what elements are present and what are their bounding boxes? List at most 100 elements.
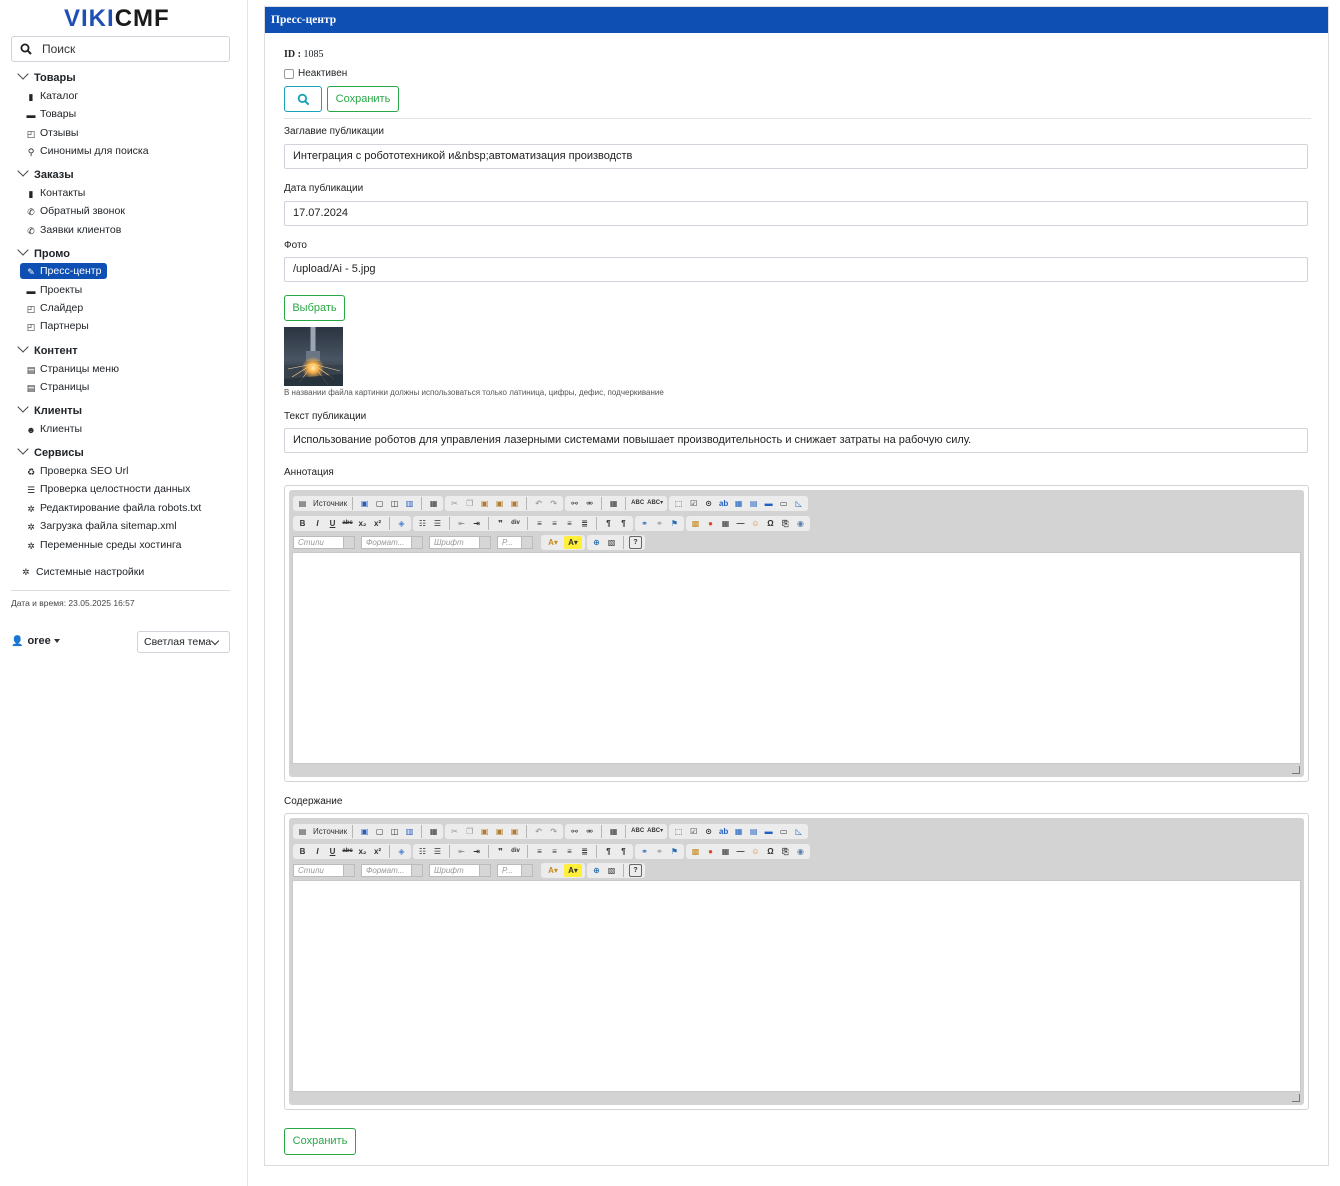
size-select[interactable]: Р... (497, 535, 533, 549)
justify-icon[interactable]: ≣ (578, 845, 591, 858)
sidebar-item-products[interactable]: ▬ Товары (26, 107, 77, 121)
sidebar-item-contacts[interactable]: ▮ Контакты (26, 186, 86, 200)
redo-icon[interactable]: ↷ (547, 497, 560, 510)
image-button-icon[interactable]: ▭ (777, 825, 790, 838)
indent-icon[interactable]: ⇥ (470, 845, 483, 858)
replace-icon[interactable]: ⚮ (583, 497, 596, 510)
font-select[interactable]: Шрифт (429, 535, 491, 549)
horizontal-rule-icon[interactable]: — (734, 845, 747, 858)
show-blocks-icon[interactable]: ▧ (605, 536, 618, 549)
align-right-icon[interactable]: ≡ (563, 517, 576, 530)
div-icon[interactable]: div (509, 517, 522, 530)
help-icon[interactable]: ? (629, 535, 642, 549)
sidebar-item-sitemap[interactable]: ✲ Загрузка файла sitemap.xml (26, 519, 176, 533)
paste-icon[interactable]: ▣ (478, 497, 491, 510)
bg-color-icon[interactable]: A▾ (564, 863, 582, 877)
copy-icon[interactable]: ❐ (463, 497, 476, 510)
templates-icon[interactable]: ▦ (427, 497, 440, 510)
spellcheck-menu-icon[interactable]: ABC▾ (646, 497, 664, 510)
iframe-icon[interactable]: ◉ (794, 517, 807, 530)
new-page-icon[interactable]: ▢ (373, 497, 386, 510)
date-input[interactable]: 17.07.2024 (284, 201, 1308, 226)
nav-group-services[interactable]: Сервисы (17, 443, 84, 460)
button-field-icon[interactable]: ▬ (762, 497, 775, 510)
source-icon[interactable]: ▤ (296, 497, 309, 510)
sidebar-item-catalog[interactable]: ▮ Каталог (26, 89, 79, 103)
spellcheck-icon[interactable]: ABC (631, 825, 644, 838)
paste-text-icon[interactable]: ▣ (493, 497, 506, 510)
flash-icon[interactable]: ● (704, 517, 717, 530)
save-button-bottom[interactable]: Сохранить (284, 1128, 356, 1155)
replace-icon[interactable]: ⚮ (583, 825, 596, 838)
unlink-icon[interactable]: ⚭ (653, 845, 666, 858)
align-left-icon[interactable]: ≡ (533, 517, 546, 530)
redo-icon[interactable]: ↷ (547, 825, 560, 838)
page-break-icon[interactable]: ⎘ (779, 845, 792, 858)
hidden-field-icon[interactable]: ◺ (792, 497, 805, 510)
special-char-icon[interactable]: Ω (764, 517, 777, 530)
photo-thumbnail[interactable] (284, 327, 343, 386)
bg-color-icon[interactable]: A▾ (564, 535, 582, 549)
sidebar-item-callback[interactable]: ✆ Обратный звонок (26, 204, 125, 218)
inactive-checkbox[interactable] (284, 69, 294, 79)
sidebar-item-reviews[interactable]: ◰ Отзывы (26, 126, 79, 140)
nav-group-content[interactable]: Контент (17, 341, 78, 358)
paste-word-icon[interactable]: ▣ (508, 497, 521, 510)
sidebar-item-menu-pages[interactable]: ▤ Страницы меню (26, 362, 119, 376)
show-blocks-icon[interactable]: ▧ (605, 864, 618, 877)
text-input[interactable]: Использование роботов для управления лаз… (284, 428, 1308, 453)
save-button-top[interactable]: Сохранить (327, 86, 399, 112)
horizontal-rule-icon[interactable]: — (734, 517, 747, 530)
justify-icon[interactable]: ≣ (578, 517, 591, 530)
resize-handle-icon[interactable] (1292, 1094, 1300, 1102)
flash-icon[interactable]: ● (704, 845, 717, 858)
nav-group-products[interactable]: Товары (17, 68, 76, 85)
smiley-icon[interactable]: ☺ (749, 517, 762, 530)
find-icon[interactable]: ⚯ (568, 497, 581, 510)
checkbox-icon[interactable]: ☑ (687, 825, 700, 838)
link-icon[interactable]: ⚭ (638, 517, 651, 530)
nav-group-clients[interactable]: Клиенты (17, 401, 82, 418)
superscript-icon[interactable]: x² (371, 845, 384, 858)
button-field-icon[interactable]: ▬ (762, 825, 775, 838)
remove-format-icon[interactable]: ◈ (395, 845, 408, 858)
align-center-icon[interactable]: ≡ (548, 517, 561, 530)
anchor-icon[interactable]: ⚑ (668, 517, 681, 530)
maximize-icon[interactable]: ⊕ (590, 864, 603, 877)
outdent-icon[interactable]: ⇤ (455, 517, 468, 530)
numbered-list-icon[interactable]: ☷ (416, 517, 429, 530)
italic-icon[interactable]: I (311, 845, 324, 858)
search-input[interactable] (42, 40, 222, 58)
help-icon[interactable]: ? (629, 863, 642, 877)
form-icon[interactable]: ⬚ (672, 825, 685, 838)
unlink-icon[interactable]: ⚭ (653, 517, 666, 530)
new-page-icon[interactable]: ▢ (373, 825, 386, 838)
photo-input[interactable]: /upload/Ai - 5.jpg (284, 257, 1308, 282)
sidebar-item-system-settings[interactable]: ✲ Системные настройки (22, 565, 144, 579)
radio-icon[interactable]: ⊙ (702, 497, 715, 510)
textfield-icon[interactable]: ab (717, 497, 730, 510)
align-left-icon[interactable]: ≡ (533, 845, 546, 858)
subscript-icon[interactable]: x₂ (356, 517, 369, 530)
paste-word-icon[interactable]: ▣ (508, 825, 521, 838)
theme-select[interactable]: Светлая тема (137, 631, 230, 653)
rtl-icon[interactable]: ¶ (617, 517, 630, 530)
cut-icon[interactable]: ✂ (448, 825, 461, 838)
blockquote-icon[interactable]: ❞ (494, 517, 507, 530)
copy-icon[interactable]: ❐ (463, 825, 476, 838)
sidebar-item-client-requests[interactable]: ✆ Заявки клиентов (26, 223, 121, 237)
styles-select[interactable]: Стили (293, 535, 355, 549)
maximize-icon[interactable]: ⊕ (590, 536, 603, 549)
preview-icon[interactable]: ◫ (388, 497, 401, 510)
strike-icon[interactable]: abc (341, 517, 354, 530)
sidebar-item-projects[interactable]: ▬ Проекты (26, 283, 83, 297)
sidebar-item-seo-check[interactable]: ♻ Проверка SEO Url (26, 464, 129, 478)
nav-group-orders[interactable]: Заказы (17, 165, 74, 182)
blockquote-icon[interactable]: ❞ (494, 845, 507, 858)
select-all-icon[interactable]: ▦ (607, 497, 620, 510)
source-icon[interactable]: ▤ (296, 825, 309, 838)
sidebar-item-clients[interactable]: ☻ Клиенты (26, 422, 82, 436)
format-select[interactable]: Формат... (361, 535, 423, 549)
superscript-icon[interactable]: x² (371, 517, 384, 530)
radio-icon[interactable]: ⊙ (702, 825, 715, 838)
